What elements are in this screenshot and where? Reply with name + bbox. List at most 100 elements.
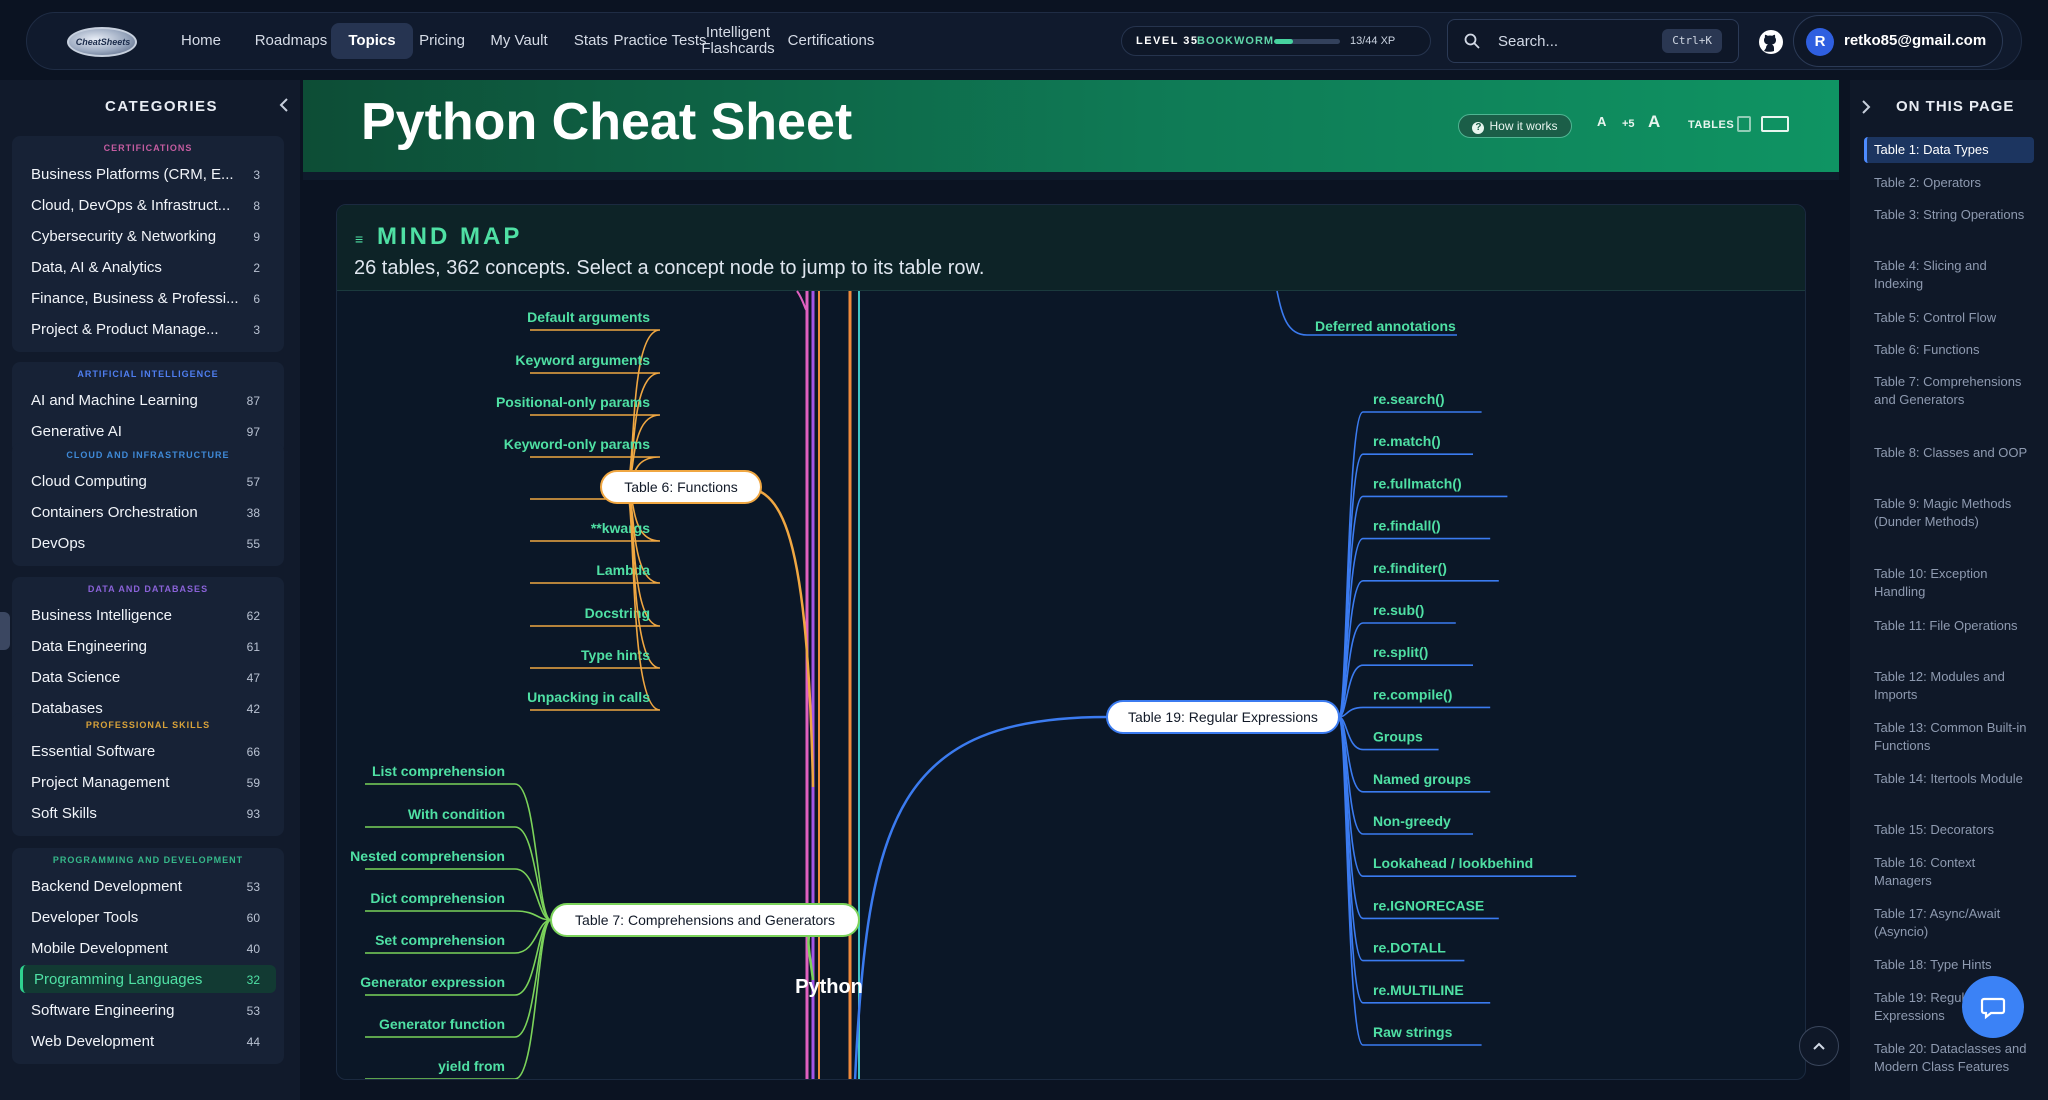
xp-progress-pill[interactable]: LEVEL 35 BOOKWORM 13/44 XP [1121, 26, 1431, 56]
toc-item[interactable]: Table 16: Context Managers [1864, 850, 2034, 894]
toc-item[interactable]: Table 3: String Operations [1864, 202, 2034, 228]
how-it-works-button[interactable]: ? How it works [1458, 114, 1572, 138]
toc-item[interactable]: Table 17: Async/Await (Asyncio) [1864, 901, 2034, 945]
sidebar-item[interactable]: Project & Product Manage... 3 [20, 315, 276, 343]
font-increase-button[interactable]: A [1648, 112, 1660, 132]
sidebar-item[interactable]: Data, AI & Analytics 2 [20, 253, 276, 281]
toc-item[interactable]: Table 2: Operators [1864, 170, 2034, 196]
sidebar-item[interactable]: Data Science 47 [20, 663, 276, 691]
concept-node[interactable]: Unpacking in calls [527, 689, 650, 705]
concept-node[interactable]: Keyword-only params [504, 436, 650, 452]
toc-item[interactable]: Table 12: Modules and Imports [1864, 664, 2034, 708]
concept-node[interactable]: re.finditer() [1373, 560, 1447, 576]
sidebar-item[interactable]: Containers Orchestration 38 [20, 498, 276, 526]
mind-map-canvas[interactable]: Default arguments Keyword arguments Positi… [337, 205, 1806, 1080]
concept-node[interactable]: Groups [1373, 729, 1423, 745]
github-button[interactable] [1753, 24, 1789, 60]
concept-node[interactable]: Deferred annotations [1315, 318, 1456, 334]
concept-node[interactable]: re.sub() [1373, 602, 1424, 618]
sidebar-item[interactable]: Generative AI 97 [20, 417, 276, 445]
sidebar-item[interactable]: Cloud, DevOps & Infrastruct... 8 [20, 191, 276, 219]
sidebar-item[interactable]: Programming Languages 32 [20, 965, 276, 993]
sidebar-resize-handle[interactable] [0, 612, 10, 650]
chevron-left-icon[interactable] [276, 96, 292, 114]
concept-node[interactable]: With condition [408, 806, 505, 822]
concept-node[interactable]: re.findall() [1373, 518, 1441, 534]
table-node-label[interactable]: Table 6: Functions [624, 479, 738, 495]
toc-item[interactable]: Table 9: Magic Methods (Dunder Methods) [1864, 491, 2034, 535]
nav-my-vault[interactable]: My Vault [471, 13, 567, 69]
user-menu-button[interactable]: R retko85@gmail.com [1793, 15, 2003, 67]
concept-node[interactable]: re.MULTILINE [1373, 982, 1464, 998]
sidebar-item[interactable]: Business Platforms (CRM, E... 3 [20, 160, 276, 188]
sidebar-item[interactable]: Cybersecurity & Networking 9 [20, 222, 276, 250]
toc-item[interactable]: Table 5: Control Flow [1864, 305, 2034, 331]
toc-item[interactable]: Table 14: Itertools Module [1864, 766, 2034, 792]
chat-button[interactable] [1962, 976, 2024, 1038]
concept-node[interactable]: Non-greedy [1373, 813, 1451, 829]
concept-node[interactable]: Positional-only params [496, 394, 650, 410]
sidebar-item[interactable]: Developer Tools 60 [20, 903, 276, 931]
concept-node[interactable]: re.fullmatch() [1373, 475, 1462, 491]
toc-item[interactable]: Table 6: Functions [1864, 337, 2034, 363]
sidebar-item[interactable]: Project Management 59 [20, 768, 276, 796]
sidebar-item[interactable]: DevOps 55 [20, 529, 276, 557]
concept-node[interactable]: re.search() [1373, 391, 1445, 407]
concept-node[interactable]: Named groups [1373, 771, 1471, 787]
sidebar-item[interactable]: Finance, Business & Professi... 6 [20, 284, 276, 312]
concept-node[interactable]: **kwargs [591, 520, 650, 536]
two-column-icon[interactable] [1737, 116, 1751, 132]
site-logo[interactable]: CheatSheets [67, 27, 137, 57]
scroll-to-top-button[interactable] [1799, 1026, 1839, 1066]
sidebar-item[interactable]: Software Engineering 53 [20, 996, 276, 1024]
concept-node[interactable]: Dict comprehension [370, 890, 505, 906]
toc-item[interactable]: Table 11: File Operations [1864, 613, 2034, 639]
concept-node[interactable]: yield from [438, 1058, 505, 1074]
toc-item[interactable]: Table 18: Type Hints [1864, 952, 2034, 978]
concept-node[interactable]: Nested comprehension [350, 848, 505, 864]
concept-node[interactable]: Generator function [379, 1016, 505, 1032]
sidebar-item[interactable]: Mobile Development 40 [20, 934, 276, 962]
concept-node[interactable]: re.compile() [1373, 686, 1452, 702]
search-input[interactable]: Search... Ctrl+K [1447, 19, 1739, 63]
toc-item[interactable]: Table 8: Classes and OOP [1864, 440, 2034, 466]
concept-node[interactable]: Default arguments [527, 309, 650, 325]
concept-node[interactable]: List comprehension [372, 763, 505, 779]
nav-roadmaps[interactable]: Roadmaps [241, 13, 341, 69]
concept-node[interactable]: re.match() [1373, 433, 1441, 449]
concept-node[interactable]: re.IGNORECASE [1373, 897, 1484, 913]
nav-home[interactable]: Home [161, 13, 241, 69]
concept-node[interactable]: Docstring [585, 605, 650, 621]
sidebar-item[interactable]: Business Intelligence 62 [20, 601, 276, 629]
nav-topics[interactable]: Topics [331, 23, 413, 59]
sidebar-item[interactable]: Web Development 44 [20, 1027, 276, 1055]
sidebar-item[interactable]: Data Engineering 61 [20, 632, 276, 660]
concept-node[interactable]: Keyword arguments [515, 352, 650, 368]
three-column-icon[interactable] [1761, 116, 1789, 132]
sidebar-item[interactable]: Soft Skills 93 [20, 799, 276, 827]
sidebar-item[interactable]: AI and Machine Learning 87 [20, 386, 276, 414]
table-node-label[interactable]: Table 7: Comprehensions and Generators [575, 912, 835, 928]
toc-item[interactable]: Table 1: Data Types [1864, 137, 2034, 163]
toc-item[interactable]: Table 20: Dataclasses and Modern Class F… [1864, 1036, 2034, 1080]
concept-node[interactable]: Lookahead / lookbehind [1373, 855, 1533, 871]
concept-node[interactable]: Set comprehension [375, 932, 505, 948]
toc-item[interactable]: Table 15: Decorators [1864, 817, 2034, 843]
concept-node[interactable]: Raw strings [1373, 1024, 1453, 1040]
chevron-right-icon[interactable] [1858, 98, 1874, 116]
sidebar-item[interactable]: Cloud Computing 57 [20, 467, 276, 495]
sidebar-item[interactable]: Essential Software 66 [20, 737, 276, 765]
root-node[interactable]: Python [795, 976, 863, 998]
toc-item[interactable]: Table 10: Exception Handling [1864, 561, 2034, 605]
font-decrease-button[interactable]: A [1597, 114, 1606, 129]
toc-item[interactable]: Table 7: Comprehensions and Generators [1864, 369, 2034, 413]
nav-certifications[interactable]: Certifications [777, 13, 885, 69]
concept-node[interactable]: Generator expression [360, 974, 505, 990]
toc-item[interactable]: Table 4: Slicing and Indexing [1864, 253, 2034, 297]
nav-pricing[interactable]: Pricing [403, 13, 481, 69]
toc-item[interactable]: Table 13: Common Built-in Functions [1864, 715, 2034, 759]
sidebar-item[interactable]: Backend Development 53 [20, 872, 276, 900]
concept-node[interactable]: re.split() [1373, 644, 1428, 660]
concept-node[interactable]: re.DOTALL [1373, 940, 1446, 956]
concept-node[interactable]: Lambda [596, 562, 650, 578]
